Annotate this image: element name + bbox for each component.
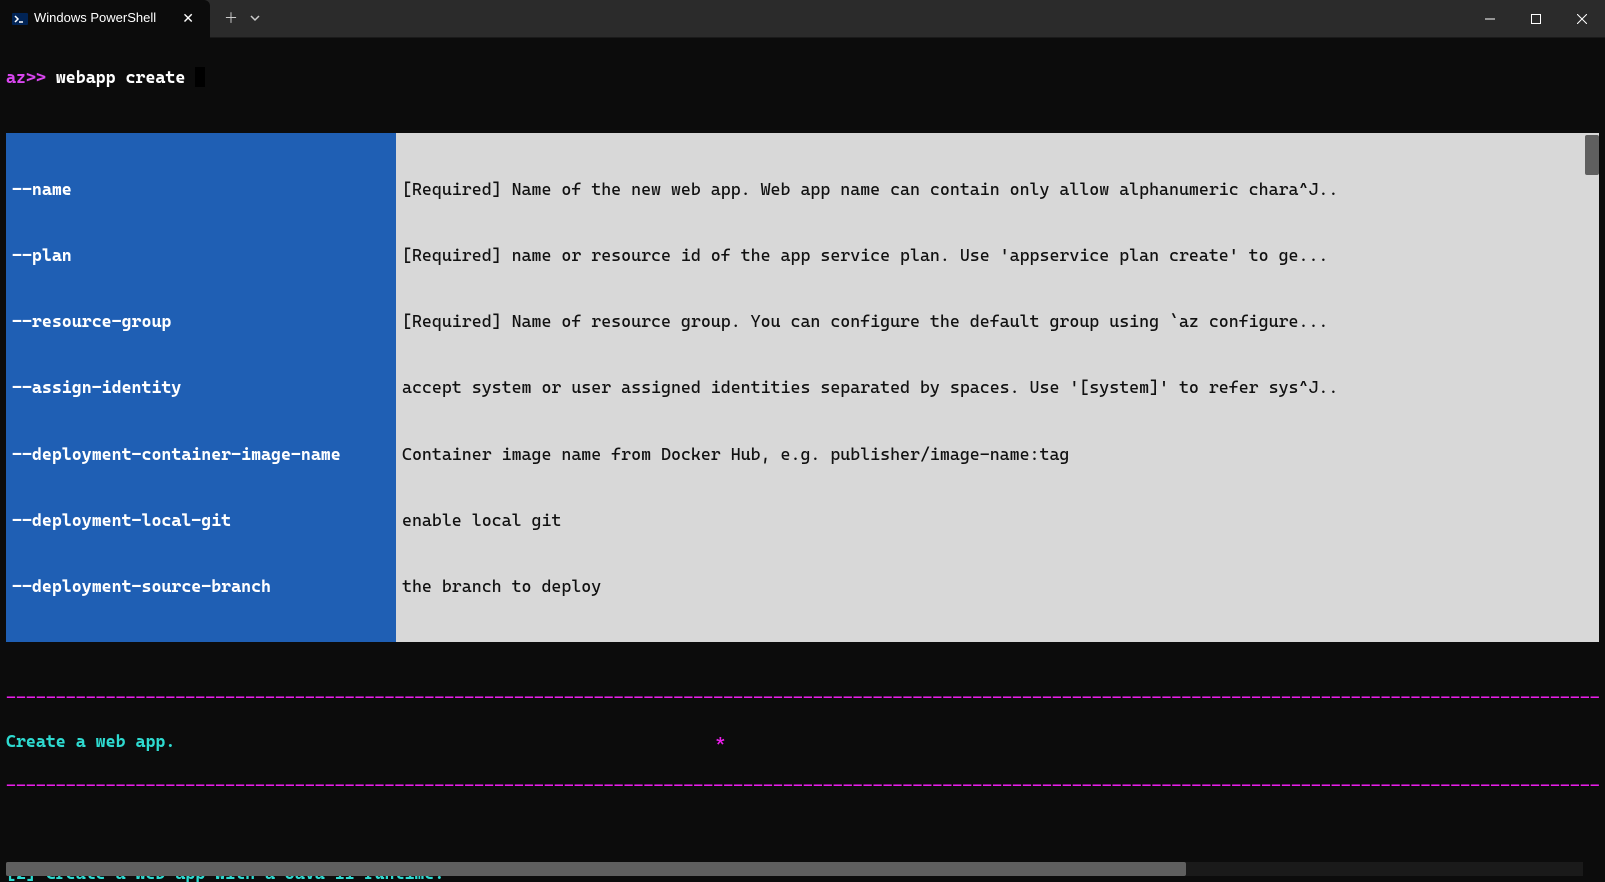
titlebar: Windows PowerShell ✕ ＋ — [0, 0, 1605, 38]
completion-item[interactable]: --assign-identity — [6, 376, 396, 398]
tab-dropdown-button[interactable] — [244, 5, 266, 31]
completion-item[interactable]: --deployment-source-branch — [6, 575, 396, 597]
window-controls — [1467, 0, 1605, 38]
separator-line: ----------------------------------------… — [6, 686, 1599, 708]
prompt-prefix: az>> — [6, 67, 46, 87]
completion-item[interactable]: --plan — [6, 244, 396, 266]
completion-desc: Container image name from Docker Hub, e.… — [396, 443, 1599, 465]
completion-desc: [Required] Name of the new web app. Web … — [396, 178, 1599, 200]
completion-desc: accept system or user assigned identitie… — [396, 376, 1599, 398]
completion-flags: --name --plan --resource-group --assign-… — [6, 133, 396, 641]
completion-desc: [Required] name or resource id of the ap… — [396, 244, 1599, 266]
cursor — [195, 67, 205, 87]
completion-item[interactable]: --deployment-local-git — [6, 509, 396, 531]
completion-dropdown[interactable]: --name --plan --resource-group --assign-… — [6, 133, 1599, 641]
tab-close-button[interactable]: ✕ — [176, 9, 200, 27]
terminal[interactable]: az>> webapp create --name --plan --resou… — [0, 38, 1605, 882]
summary-text: Create a web app. — [6, 730, 175, 752]
completion-desc: [Required] Name of resource group. You c… — [396, 310, 1599, 332]
star-icon: * — [715, 730, 725, 752]
minimize-button[interactable] — [1467, 0, 1513, 38]
completion-item[interactable]: --resource-group — [6, 310, 396, 332]
close-button[interactable] — [1559, 0, 1605, 38]
completion-item[interactable]: --deployment-container-image-name — [6, 443, 396, 465]
completion-desc: enable local git — [396, 509, 1599, 531]
completion-item[interactable]: --name — [6, 178, 396, 200]
new-tab-button[interactable]: ＋ — [218, 5, 244, 31]
completion-scrollbar[interactable] — [1585, 135, 1599, 175]
powershell-icon — [12, 11, 28, 27]
summary-line: Create a web app. * — [6, 730, 1599, 752]
tab-bar-controls: ＋ — [210, 5, 266, 31]
completion-desc: the branch to deploy — [396, 575, 1599, 597]
command-text: webapp create — [56, 67, 186, 87]
horizontal-scrollbar-thumb[interactable] — [6, 862, 1186, 876]
prompt-line[interactable]: az>> webapp create — [6, 66, 1599, 88]
tab-powershell[interactable]: Windows PowerShell ✕ — [0, 0, 210, 38]
separator-line: ----------------------------------------… — [6, 774, 1599, 796]
maximize-button[interactable] — [1513, 0, 1559, 38]
completion-descriptions: [Required] Name of the new web app. Web … — [396, 133, 1599, 641]
tab-title: Windows PowerShell — [34, 10, 170, 27]
